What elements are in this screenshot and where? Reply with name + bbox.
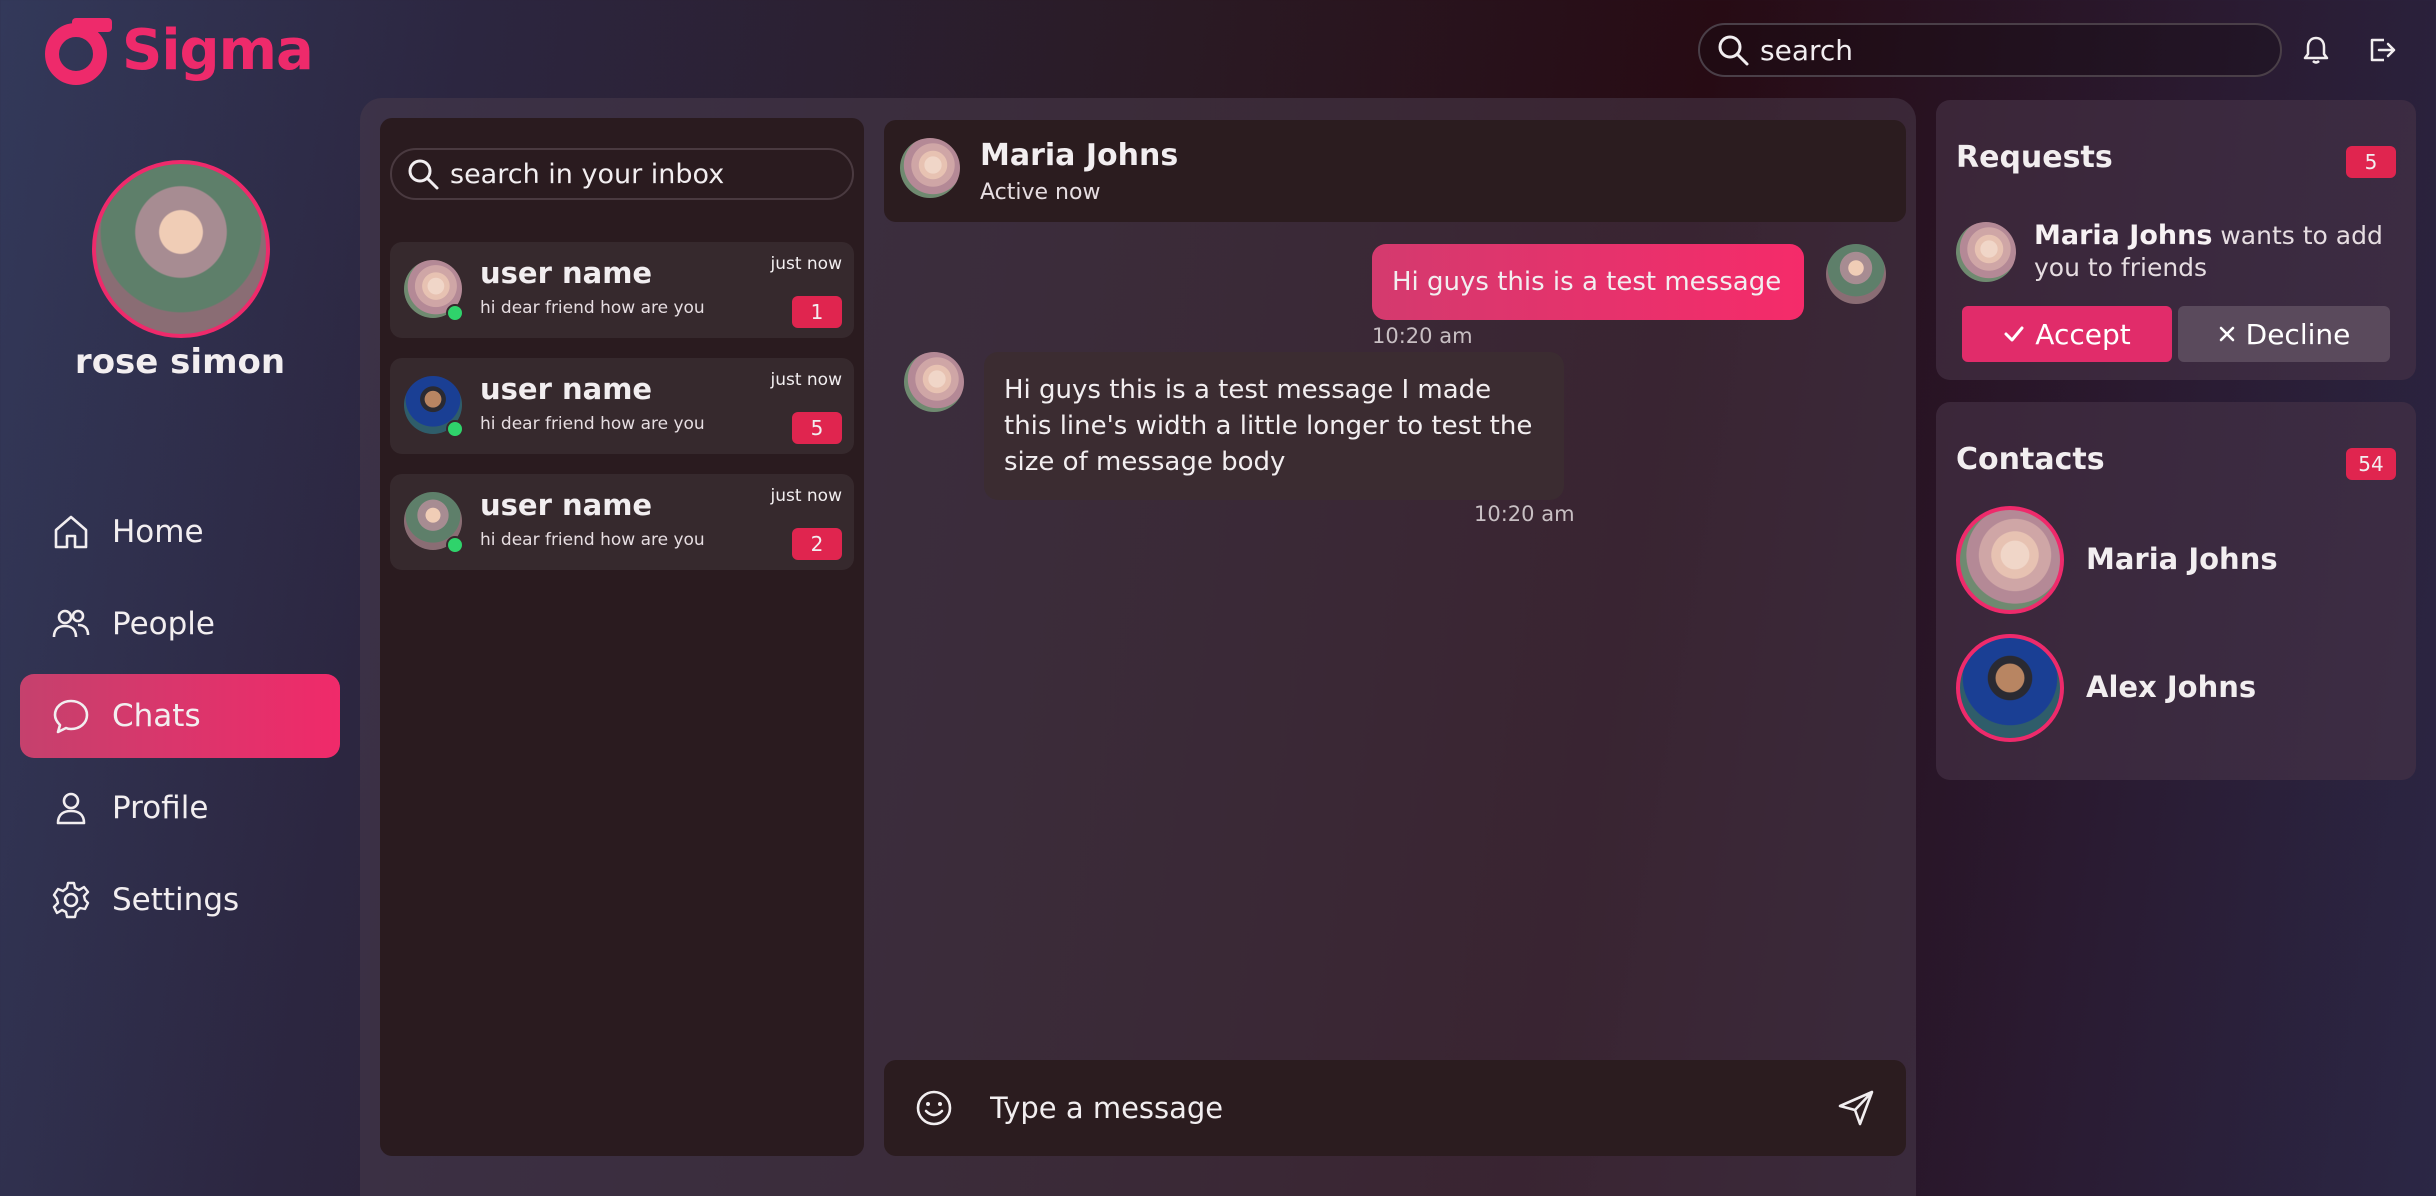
logout-button[interactable]	[2362, 30, 2402, 70]
sigma-logo-icon	[42, 14, 114, 86]
sidebar-item-label: Chats	[112, 698, 201, 734]
app-logo[interactable]: Sigma	[42, 14, 314, 86]
contact-item[interactable]: Maria Johns	[1956, 506, 2396, 616]
decline-label: Decline	[2245, 317, 2351, 351]
conversation-preview: hi dear friend how are you	[480, 530, 705, 550]
contacts-title: Contacts	[1956, 442, 2105, 477]
requests-panel: Requests 5 Maria Johns wants to add you …	[1936, 100, 2416, 380]
sidebar-item-chats[interactable]: Chats	[20, 674, 340, 758]
global-search[interactable]	[1698, 23, 2282, 77]
accept-button[interactable]: Accept	[1962, 306, 2172, 362]
avatar	[1956, 222, 2016, 282]
message-composer	[884, 1060, 1906, 1156]
global-search-input[interactable]	[1760, 33, 2260, 67]
smiley-icon	[914, 1088, 954, 1128]
sidebar-item-settings[interactable]: Settings	[20, 858, 340, 942]
sidebar-item-label: Home	[112, 514, 204, 550]
sidebar-item-profile[interactable]: Profile	[20, 766, 340, 850]
message-time: 10:20 am	[1474, 502, 1575, 526]
chat-contact-name[interactable]: Maria Johns	[980, 138, 1178, 173]
check-icon	[2003, 323, 2025, 345]
requests-title: Requests	[1956, 140, 2113, 175]
sidebar-item-people[interactable]: People	[20, 582, 340, 666]
conversation-name: user name	[480, 256, 653, 290]
request-text: Maria Johns wants to add you to friends	[2034, 220, 2394, 284]
send-icon	[1836, 1088, 1876, 1128]
accept-label: Accept	[2035, 317, 2131, 351]
avatar[interactable]	[900, 138, 960, 198]
sidebar-item-label: Profile	[112, 790, 209, 826]
avatar	[1956, 506, 2064, 614]
chat-contact-status: Active now	[980, 180, 1101, 205]
online-status-dot	[446, 536, 464, 554]
message-time: 10:20 am	[1372, 324, 1473, 348]
sidebar-item-home[interactable]: Home	[20, 490, 340, 574]
user-avatar[interactable]	[92, 160, 270, 338]
requests-count-badge: 5	[2346, 146, 2396, 178]
conversation-name: user name	[480, 488, 653, 522]
conversation-preview: hi dear friend how are you	[480, 414, 705, 434]
message-input[interactable]	[990, 1091, 1790, 1125]
sidebar-nav: Home People Chats Profile Settings	[20, 490, 340, 950]
people-icon	[50, 603, 92, 645]
conversation-name: user name	[480, 372, 653, 406]
close-icon	[2218, 325, 2236, 343]
contact-name: Alex Johns	[2086, 670, 2257, 704]
home-icon	[50, 511, 92, 553]
send-button[interactable]	[1834, 1086, 1878, 1130]
online-status-dot	[446, 420, 464, 438]
conversation-item[interactable]: user name hi dear friend how are you jus…	[390, 358, 854, 454]
contact-name: Maria Johns	[2086, 542, 2278, 576]
contacts-panel: Contacts 54 Maria Johns Alex Johns	[1936, 402, 2416, 780]
avatar	[1956, 634, 2064, 742]
decline-button[interactable]: Decline	[2178, 306, 2390, 362]
chat-icon	[50, 695, 92, 737]
unread-badge: 2	[792, 528, 842, 560]
message-bubble-incoming: Hi guys this is a test message I made th…	[984, 352, 1564, 500]
sidebar-item-label: People	[112, 606, 215, 642]
conversation-time: just now	[770, 370, 842, 390]
logout-icon	[2366, 34, 2398, 66]
conversation-item[interactable]: user name hi dear friend how are you jus…	[390, 242, 854, 338]
request-sender-name: Maria Johns	[2034, 220, 2213, 251]
inbox-search[interactable]	[390, 148, 854, 200]
conversation-preview: hi dear friend how are you	[480, 298, 705, 318]
conversation-time: just now	[770, 486, 842, 506]
unread-badge: 5	[792, 412, 842, 444]
emoji-button[interactable]	[912, 1086, 956, 1130]
conversation-time: just now	[770, 254, 842, 274]
avatar	[1826, 244, 1886, 304]
conversation-item[interactable]: user name hi dear friend how are you jus…	[390, 474, 854, 570]
chat-header: Maria Johns Active now	[884, 120, 1906, 222]
message-bubble-outgoing: Hi guys this is a test message	[1372, 244, 1804, 320]
notifications-button[interactable]	[2296, 30, 2336, 70]
gear-icon	[50, 879, 92, 921]
user-name: rose simon	[74, 342, 286, 382]
bell-icon	[2301, 35, 2331, 65]
search-icon	[1716, 33, 1750, 67]
inbox-search-input[interactable]	[450, 158, 850, 190]
contact-item[interactable]: Alex Johns	[1956, 634, 2396, 744]
profile-icon	[50, 787, 92, 829]
contacts-count-badge: 54	[2346, 448, 2396, 480]
online-status-dot	[446, 304, 464, 322]
sidebar-item-label: Settings	[112, 882, 240, 918]
app-name: Sigma	[122, 17, 314, 83]
unread-badge: 1	[792, 296, 842, 328]
avatar	[904, 352, 964, 412]
search-icon	[406, 157, 440, 191]
